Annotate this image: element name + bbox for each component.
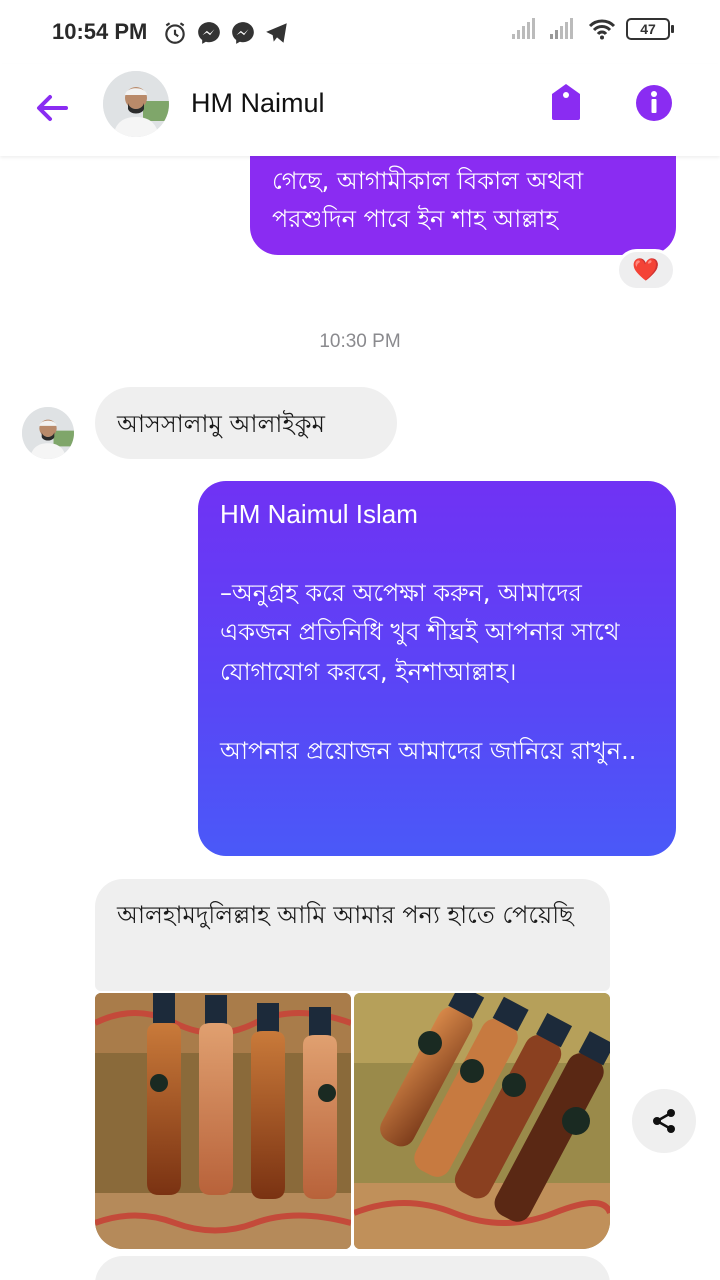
alarm-icon xyxy=(165,22,185,44)
message-signature: HM Naimul Islam xyxy=(220,499,418,529)
back-arrow-icon[interactable] xyxy=(30,86,74,130)
incoming-message[interactable]: আলহামদুলিল্লাহ আমি আমার পন্য হাতে পেয়েছ… xyxy=(95,879,610,991)
message-list[interactable]: গেছে, আগামীকাল বিকাল অথবা পরশুদিন পাবে ই… xyxy=(0,156,720,1280)
heart-reaction[interactable]: ❤️ xyxy=(616,249,676,291)
battery-icon: 47 xyxy=(626,18,674,40)
message-text: আসসালামু আলাইকুম xyxy=(117,410,325,438)
share-icon xyxy=(653,1109,675,1133)
system-icons: 47 xyxy=(512,18,674,40)
incoming-message[interactable] xyxy=(95,1256,610,1280)
contact-name[interactable]: HM Naimul xyxy=(191,88,325,119)
notification-icons xyxy=(162,20,290,46)
messenger-icon xyxy=(232,22,254,44)
message-text: আলহামদুলিল্লাহ আমি আমার পন্য হাতে পেয়েছ… xyxy=(117,901,574,929)
message-text: গেছে, আগামীকাল বিকাল অথবা পরশুদিন পাবে ই… xyxy=(272,167,584,233)
message-timestamp: 10:30 PM xyxy=(319,331,401,352)
wifi-icon xyxy=(588,19,616,40)
telegram-icon xyxy=(266,23,287,43)
heart-icon: ❤️ xyxy=(632,257,660,283)
conversation-header: HM Naimul xyxy=(0,64,720,156)
message-photo[interactable] xyxy=(95,993,351,1249)
share-button[interactable] xyxy=(632,1089,696,1153)
message-text: –অনুগ্রহ করে অপেক্ষা করুন, আমাদের একজন প… xyxy=(220,578,637,765)
messenger-icon xyxy=(198,22,220,44)
contact-avatar[interactable] xyxy=(103,71,169,137)
incoming-message[interactable]: আসসালামু আলাইকুম xyxy=(95,387,397,459)
signal-icon xyxy=(512,18,535,39)
status-time: 10:54 PM xyxy=(52,19,148,44)
tag-icon[interactable] xyxy=(548,82,584,122)
status-bar: 10:54 PM 47 xyxy=(0,0,720,64)
signal-icon xyxy=(550,18,573,39)
info-icon[interactable] xyxy=(635,84,673,122)
message-photo[interactable] xyxy=(354,993,610,1249)
outgoing-message[interactable]: HM Naimul Islam –অনুগ্রহ করে অপেক্ষা করু… xyxy=(198,481,676,856)
outgoing-message[interactable]: গেছে, আগামীকাল বিকাল অথবা পরশুদিন পাবে ই… xyxy=(250,156,676,255)
sender-avatar[interactable] xyxy=(22,407,74,459)
